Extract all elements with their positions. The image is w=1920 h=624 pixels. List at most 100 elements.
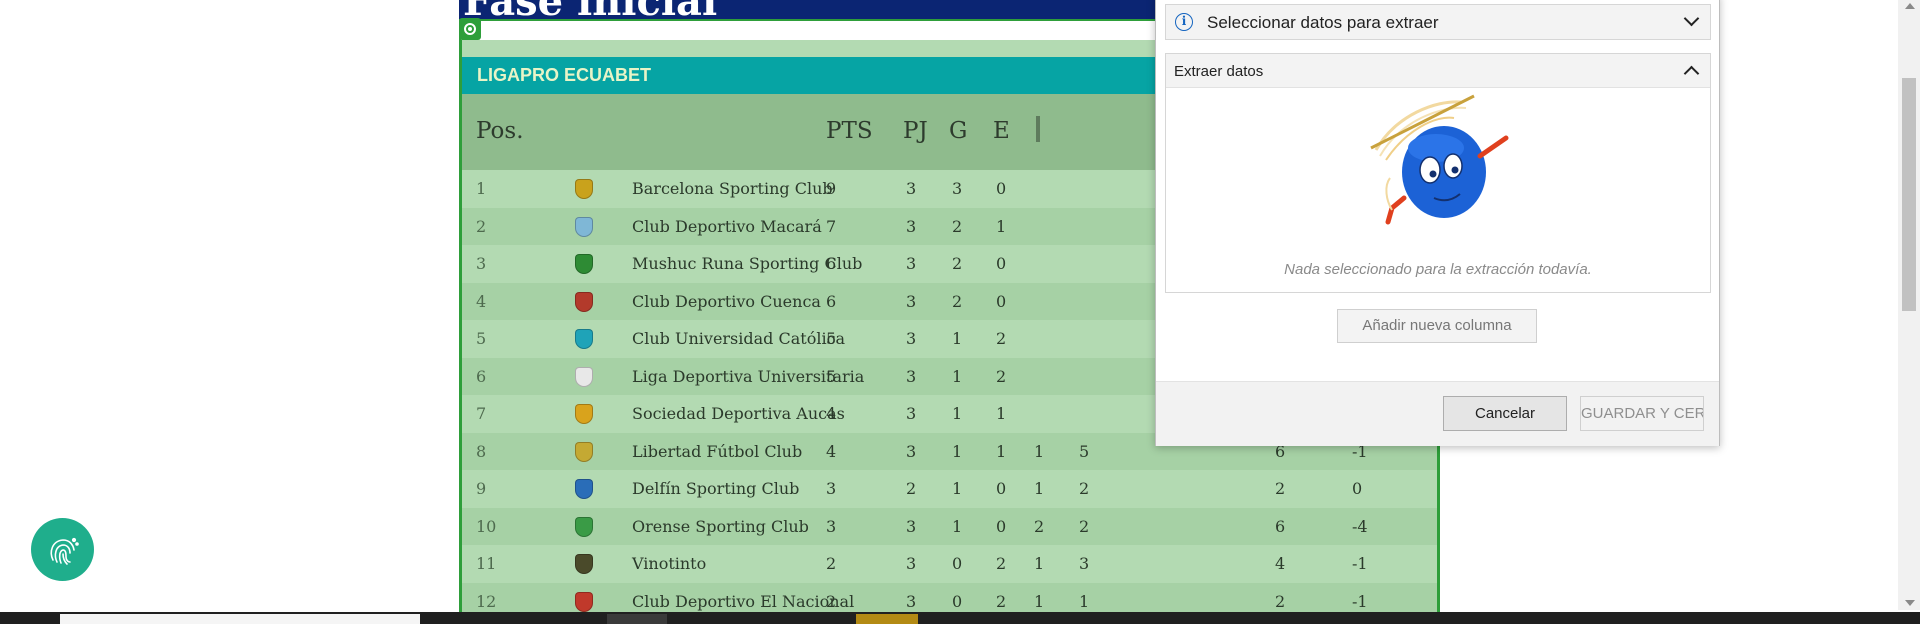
team-crest-icon xyxy=(575,329,593,349)
cell-name: Orense Sporting Club xyxy=(632,516,809,536)
table-row[interactable]: 11 Vinotinto 2 3 0 2 1 3 4 -1 xyxy=(462,545,1437,583)
select-data-label: Seleccionar datos para extraer xyxy=(1207,13,1439,32)
cell-gf: 3 xyxy=(1079,554,1090,573)
chevron-down-icon[interactable] xyxy=(1683,10,1700,27)
taskbar xyxy=(0,612,1920,624)
col-p-clipped xyxy=(1036,116,1040,142)
cell-pos: 12 xyxy=(476,591,497,611)
cell-p: 1 xyxy=(1034,591,1045,611)
team-crest-icon xyxy=(575,254,593,274)
team-crest-icon xyxy=(575,591,593,612)
team-crest-icon xyxy=(575,516,593,537)
cell-gd: -4 xyxy=(1352,516,1368,536)
team-crest-icon xyxy=(575,366,593,387)
cell-pts: 2 xyxy=(826,591,837,611)
cell-pj: 3 xyxy=(906,254,917,273)
save-and-close-button[interactable]: GUARDAR Y CER xyxy=(1580,396,1704,431)
taskbar-active-app[interactable] xyxy=(856,614,918,624)
cell-g: 0 xyxy=(952,591,963,611)
team-crest-icon xyxy=(575,554,593,574)
cell-e: 1 xyxy=(996,216,1007,236)
cell-pos: 5 xyxy=(476,329,487,348)
select-data-dropdown[interactable]: i Seleccionar datos para extraer xyxy=(1165,4,1711,40)
target-icon[interactable] xyxy=(459,18,481,40)
team-crest-icon xyxy=(575,179,593,199)
cell-pts: 4 xyxy=(826,404,837,423)
cell-name: Club Deportivo Macará xyxy=(632,216,822,236)
cell-e: 2 xyxy=(996,554,1007,573)
extract-dialog: i Seleccionar datos para extraer Extraer… xyxy=(1155,0,1720,446)
cell-name: Club Deportivo El Nacional xyxy=(632,591,855,611)
cell-pj: 3 xyxy=(906,404,917,423)
cell-pj: 3 xyxy=(906,554,917,573)
team-crest-icon xyxy=(575,404,593,424)
vertical-scrollbar[interactable] xyxy=(1898,0,1920,610)
taskbar-search[interactable] xyxy=(60,614,420,624)
cell-gc: 2 xyxy=(1275,479,1286,498)
extract-title: Extraer datos xyxy=(1174,63,1264,80)
cell-name: Barcelona Sporting Club xyxy=(632,179,833,198)
cell-name: Sociedad Deportiva Aucas xyxy=(632,404,845,423)
cell-g: 1 xyxy=(952,329,963,348)
cell-pts: 6 xyxy=(826,254,837,273)
cell-pj: 3 xyxy=(906,329,917,348)
cell-pts: 7 xyxy=(826,216,837,236)
cell-e: 2 xyxy=(996,329,1007,348)
cell-e: 0 xyxy=(996,479,1007,498)
cell-pts: 2 xyxy=(826,554,837,573)
cell-e: 2 xyxy=(996,591,1007,611)
fingerprint-icon xyxy=(50,537,79,565)
team-crest-icon xyxy=(575,479,593,499)
cell-name: Libertad Fútbol Club xyxy=(632,441,803,461)
cell-e: 1 xyxy=(996,404,1007,423)
cancel-button[interactable]: Cancelar xyxy=(1443,396,1567,431)
extract-header[interactable]: Extraer datos xyxy=(1166,54,1710,88)
cell-e: 0 xyxy=(996,516,1007,536)
cell-gd: -1 xyxy=(1352,591,1368,611)
cell-pj: 3 xyxy=(906,366,917,386)
team-crest-icon xyxy=(575,441,593,462)
cell-pos: 1 xyxy=(476,179,487,198)
scroll-down-arrow-icon[interactable] xyxy=(1905,600,1915,606)
scroll-thumb[interactable] xyxy=(1902,78,1916,311)
col-e: E xyxy=(993,118,1010,144)
mascot-illustration xyxy=(1370,94,1509,225)
cell-pts: 5 xyxy=(826,329,837,348)
cell-e: 1 xyxy=(996,441,1007,461)
cell-pts: 3 xyxy=(826,516,837,536)
cell-pj: 3 xyxy=(906,591,917,611)
cell-g: 2 xyxy=(952,254,963,273)
cell-pos: 6 xyxy=(476,366,487,386)
chevron-up-icon[interactable] xyxy=(1683,65,1700,82)
scroll-up-arrow-icon[interactable] xyxy=(1905,3,1915,9)
cell-name: Delfín Sporting Club xyxy=(632,479,800,498)
cell-p: 2 xyxy=(1034,516,1045,536)
cell-pos: 10 xyxy=(476,516,497,536)
cell-e: 0 xyxy=(996,291,1007,311)
cell-pts: 5 xyxy=(826,366,837,386)
cell-gc: 2 xyxy=(1275,591,1286,611)
cell-pos: 3 xyxy=(476,254,487,273)
cell-g: 2 xyxy=(952,291,963,311)
cell-g: 1 xyxy=(952,441,963,461)
cell-gd: 0 xyxy=(1352,479,1363,498)
cell-gf: 5 xyxy=(1079,441,1090,461)
info-icon: i xyxy=(1175,13,1193,31)
table-row[interactable]: 10 Orense Sporting Club 3 3 1 0 2 2 6 -4 xyxy=(462,507,1437,545)
cell-pts: 9 xyxy=(826,179,837,198)
fingerprint-button[interactable] xyxy=(31,518,94,581)
table-row[interactable]: 9 Delfín Sporting Club 3 2 1 0 1 2 2 0 xyxy=(462,470,1437,508)
cell-p: 1 xyxy=(1034,479,1045,498)
taskbar-app[interactable] xyxy=(607,614,667,624)
cell-pj: 2 xyxy=(906,479,917,498)
page-title: Fase inicial xyxy=(463,0,717,19)
cell-g: 0 xyxy=(952,554,963,573)
cell-pos: 11 xyxy=(476,554,497,573)
col-pj: PJ xyxy=(903,118,928,144)
dialog-footer: Cancelar GUARDAR Y CER xyxy=(1156,381,1719,446)
cell-name: Club Deportivo Cuenca xyxy=(632,291,821,311)
cell-g: 1 xyxy=(952,404,963,423)
cell-pts: 4 xyxy=(826,441,837,461)
cell-pj: 3 xyxy=(906,441,917,461)
add-column-button[interactable]: Añadir nueva columna xyxy=(1337,309,1537,343)
